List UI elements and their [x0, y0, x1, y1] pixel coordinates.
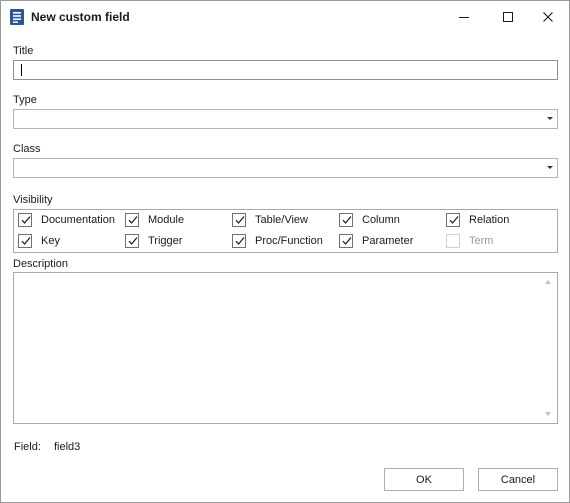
checkbox-label: Key [41, 235, 60, 247]
field-label: Field: [14, 441, 41, 453]
cancel-button[interactable]: Cancel [478, 468, 558, 491]
checkmark-icon [342, 237, 352, 245]
checkbox-label: Relation [469, 214, 510, 226]
checkbox-relation[interactable]: Relation [446, 211, 509, 229]
checkbox-box[interactable] [125, 213, 139, 227]
checkmark-icon [235, 237, 245, 245]
description-label: Description [13, 258, 69, 270]
checkbox-box[interactable] [339, 213, 353, 227]
checkbox-documentation[interactable]: Documentation [18, 211, 115, 229]
field-info: Field: field3 [14, 441, 80, 453]
field-value: field3 [53, 441, 81, 453]
checkbox-module[interactable]: Module [125, 211, 184, 229]
checkbox-label: Column [362, 214, 400, 226]
checkmark-icon [449, 216, 459, 224]
checkbox-box[interactable] [232, 234, 246, 248]
window-title: New custom field [31, 10, 130, 24]
checkbox-column[interactable]: Column [339, 211, 400, 229]
checkbox-box[interactable] [18, 213, 32, 227]
ok-button[interactable]: OK [384, 468, 464, 491]
checkmark-icon [342, 216, 352, 224]
checkbox-proc-function[interactable]: Proc/Function [232, 232, 323, 250]
chevron-down-icon[interactable] [547, 117, 553, 120]
checkmark-icon [128, 237, 138, 245]
checkbox-trigger[interactable]: Trigger [125, 232, 182, 250]
app-icon [10, 9, 24, 25]
chevron-down-icon[interactable] [547, 166, 553, 169]
checkbox-box[interactable] [125, 234, 139, 248]
checkbox-label: Parameter [362, 235, 414, 247]
checkbox-label: Table/View [255, 214, 308, 226]
title-label: Title [13, 45, 34, 57]
close-button[interactable] [527, 1, 569, 32]
checkbox-label: Proc/Function [255, 235, 323, 247]
checkbox-term: Term [446, 232, 493, 250]
checkbox-key[interactable]: Key [18, 232, 60, 250]
checkbox-box[interactable] [339, 234, 353, 248]
minimize-icon [459, 16, 469, 18]
checkbox-label: Term [469, 235, 494, 247]
minimize-button[interactable] [443, 1, 485, 32]
type-label: Type [13, 94, 37, 106]
dialog-window: New custom field Title Type Class Visibi… [0, 0, 570, 503]
description-textarea[interactable] [13, 272, 558, 424]
scroll-down-icon[interactable] [545, 412, 551, 416]
checkbox-parameter[interactable]: Parameter [339, 232, 413, 250]
checkmark-icon [235, 216, 245, 224]
checkbox-table-view[interactable]: Table/View [232, 211, 308, 229]
checkbox-box[interactable] [446, 213, 460, 227]
checkbox-box [446, 234, 460, 248]
title-bar[interactable]: New custom field [1, 1, 569, 32]
checkbox-box[interactable] [232, 213, 246, 227]
checkbox-label: Module [148, 214, 185, 226]
class-label: Class [13, 143, 41, 155]
checkbox-label: Documentation [41, 214, 115, 226]
maximize-icon [503, 11, 513, 22]
type-dropdown[interactable] [13, 109, 558, 129]
checkmark-icon [21, 237, 31, 245]
scroll-up-icon[interactable] [545, 280, 551, 284]
maximize-button[interactable] [487, 1, 529, 32]
close-icon [543, 11, 553, 22]
visibility-group: Documentation Module Table/View Column R… [13, 209, 558, 253]
title-input[interactable] [13, 60, 558, 80]
checkbox-label: Trigger [148, 235, 183, 247]
checkmark-icon [21, 216, 31, 224]
text-caret [21, 64, 22, 76]
class-dropdown[interactable] [13, 158, 558, 178]
visibility-label: Visibility [13, 194, 53, 206]
checkbox-box[interactable] [18, 234, 32, 248]
title-input-field[interactable] [14, 61, 557, 79]
checkmark-icon [128, 216, 138, 224]
